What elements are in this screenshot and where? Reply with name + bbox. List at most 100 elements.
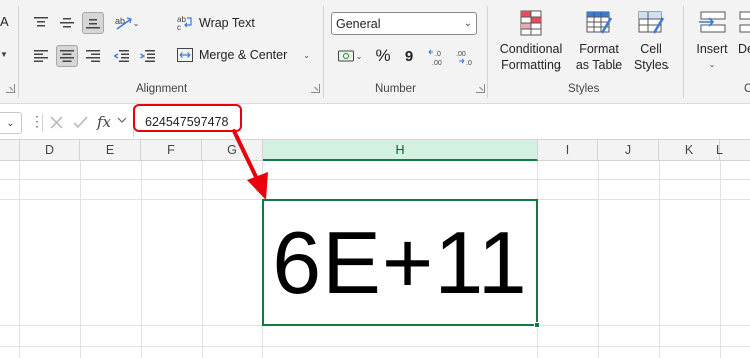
column-header-d[interactable]: D bbox=[20, 140, 80, 160]
top-align-button[interactable] bbox=[30, 12, 52, 34]
cancel-icon[interactable] bbox=[50, 116, 63, 129]
gridline bbox=[19, 161, 20, 358]
percent-icon: % bbox=[375, 46, 391, 65]
number-group-label: Number bbox=[375, 83, 416, 95]
number-format-value: General bbox=[336, 16, 381, 31]
align-center-icon bbox=[60, 50, 74, 62]
merge-center-icon bbox=[177, 48, 193, 62]
column-label: D bbox=[44, 143, 55, 157]
column-label: H bbox=[395, 142, 405, 157]
align-left-button[interactable] bbox=[30, 45, 52, 67]
alignment-group-label: Alignment bbox=[136, 83, 188, 95]
chevron-down-icon: ⌄ bbox=[708, 60, 716, 69]
increase-indent-button[interactable] bbox=[136, 45, 158, 67]
alignment-dialog-launcher-icon[interactable] bbox=[311, 84, 320, 93]
column-label: K bbox=[684, 143, 694, 157]
number-format-select[interactable]: General ⌄ bbox=[331, 12, 477, 35]
svg-text:.0: .0 bbox=[435, 51, 441, 58]
gridline bbox=[659, 161, 660, 358]
column-label: E bbox=[105, 143, 115, 157]
decrease-indent-button[interactable] bbox=[110, 45, 132, 67]
cell-display-value: 6E+11 bbox=[272, 212, 528, 312]
decrease-decimal-icon: .00.0 bbox=[456, 51, 472, 66]
cells-group-label: C bbox=[744, 83, 750, 95]
group-separator bbox=[487, 6, 488, 98]
insert-function-icon[interactable]: fx bbox=[97, 113, 111, 131]
gridline bbox=[720, 161, 721, 358]
gridline bbox=[0, 346, 750, 347]
number-dialog-launcher-icon[interactable] bbox=[476, 84, 485, 93]
insert-button[interactable]: Insert ⌄ bbox=[692, 8, 732, 73]
font-edge-letter: A bbox=[0, 14, 9, 29]
gridline bbox=[598, 161, 599, 358]
column-headers: D E F G H I J K L bbox=[0, 140, 750, 161]
styles-group-label: Styles bbox=[568, 83, 600, 95]
middle-align-icon bbox=[60, 18, 74, 28]
column-label: L bbox=[716, 143, 723, 157]
gridline bbox=[141, 161, 142, 358]
format-as-table-button[interactable]: Format as Table bbox=[570, 8, 628, 73]
gridline bbox=[0, 179, 750, 180]
font-color-edge[interactable]: A bbox=[0, 14, 9, 29]
decrease-decimal-button[interactable]: .00.0 bbox=[454, 45, 478, 69]
column-header-f[interactable]: F bbox=[141, 140, 202, 160]
insert-cells-icon bbox=[699, 11, 726, 33]
ribbon: A ▼ ab ⌄ ab c Wrap Text Merge & Center ⌄ … bbox=[0, 0, 750, 104]
name-box-dropdown[interactable]: ⌄ bbox=[0, 112, 22, 134]
column-label: I bbox=[565, 143, 570, 157]
bottom-align-button[interactable] bbox=[82, 12, 104, 34]
chevron-down-icon: ⌄ bbox=[6, 117, 15, 129]
align-center-button[interactable] bbox=[56, 45, 78, 67]
middle-align-button[interactable] bbox=[56, 12, 78, 34]
accounting-format-button[interactable]: ⌄ bbox=[333, 45, 367, 67]
orientation-icon: ab bbox=[115, 16, 132, 30]
chevron-down-icon: ⌄ bbox=[664, 62, 671, 71]
column-header-i[interactable]: I bbox=[538, 140, 598, 160]
column-header-partial[interactable] bbox=[0, 140, 20, 160]
formula-bar: ⌄ ⋮ fx 624547597478 bbox=[0, 104, 750, 140]
column-label: J bbox=[624, 143, 632, 157]
conditional-formatting-icon bbox=[520, 10, 542, 36]
font-edge-caret[interactable]: ▼ bbox=[0, 50, 8, 59]
chevron-down-icon[interactable] bbox=[117, 116, 127, 124]
format-as-table-icon bbox=[586, 11, 613, 34]
column-header-g[interactable]: G bbox=[202, 140, 263, 160]
align-right-button[interactable] bbox=[82, 45, 104, 67]
wrap-text-label: Wrap Text bbox=[199, 16, 255, 30]
accounting-icon bbox=[337, 50, 354, 62]
bottom-align-icon bbox=[86, 19, 100, 29]
chevron-down-icon: ⌄ bbox=[463, 18, 472, 29]
increase-decimal-icon: .0.00 bbox=[428, 49, 442, 66]
enter-check-icon[interactable] bbox=[73, 116, 88, 129]
merge-center-button[interactable]: Merge & Center ⌄ bbox=[177, 48, 310, 62]
svg-text:.00: .00 bbox=[432, 60, 442, 66]
percent-style-button[interactable]: % bbox=[372, 45, 394, 67]
delete-button[interactable]: De bbox=[738, 8, 750, 57]
column-header-h[interactable]: H bbox=[263, 140, 538, 161]
column-header-k[interactable]: K bbox=[659, 140, 720, 160]
comma-icon: 9 bbox=[404, 47, 414, 65]
decrease-indent-icon bbox=[113, 50, 129, 62]
align-right-icon bbox=[86, 50, 100, 62]
column-header-j[interactable]: J bbox=[598, 140, 659, 160]
svg-text:.00: .00 bbox=[456, 51, 466, 58]
chevron-down-icon: ⌄ bbox=[612, 62, 619, 71]
orientation-button[interactable]: ab ⌄ bbox=[110, 12, 144, 34]
svg-text:c: c bbox=[177, 23, 181, 31]
increase-decimal-button[interactable]: .0.00 bbox=[426, 45, 450, 69]
fill-handle[interactable] bbox=[534, 322, 540, 328]
gridline bbox=[80, 161, 81, 358]
wrap-text-button[interactable]: ab c Wrap Text bbox=[177, 15, 255, 31]
delete-cells-icon bbox=[739, 11, 750, 33]
comma-style-button[interactable]: 9 bbox=[398, 45, 420, 67]
active-cell-h[interactable]: 6E+11 bbox=[262, 199, 538, 326]
column-header-l[interactable]: L bbox=[716, 140, 750, 160]
wrap-text-icon: abc bbox=[177, 15, 192, 31]
chevron-down-icon: ⌄ bbox=[556, 62, 563, 71]
column-label: F bbox=[167, 143, 175, 157]
merge-center-label: Merge & Center bbox=[199, 48, 288, 62]
font-dialog-launcher-icon[interactable] bbox=[6, 84, 15, 93]
column-header-e[interactable]: E bbox=[80, 140, 141, 160]
delete-label: De bbox=[738, 42, 750, 56]
group-separator bbox=[683, 6, 684, 98]
